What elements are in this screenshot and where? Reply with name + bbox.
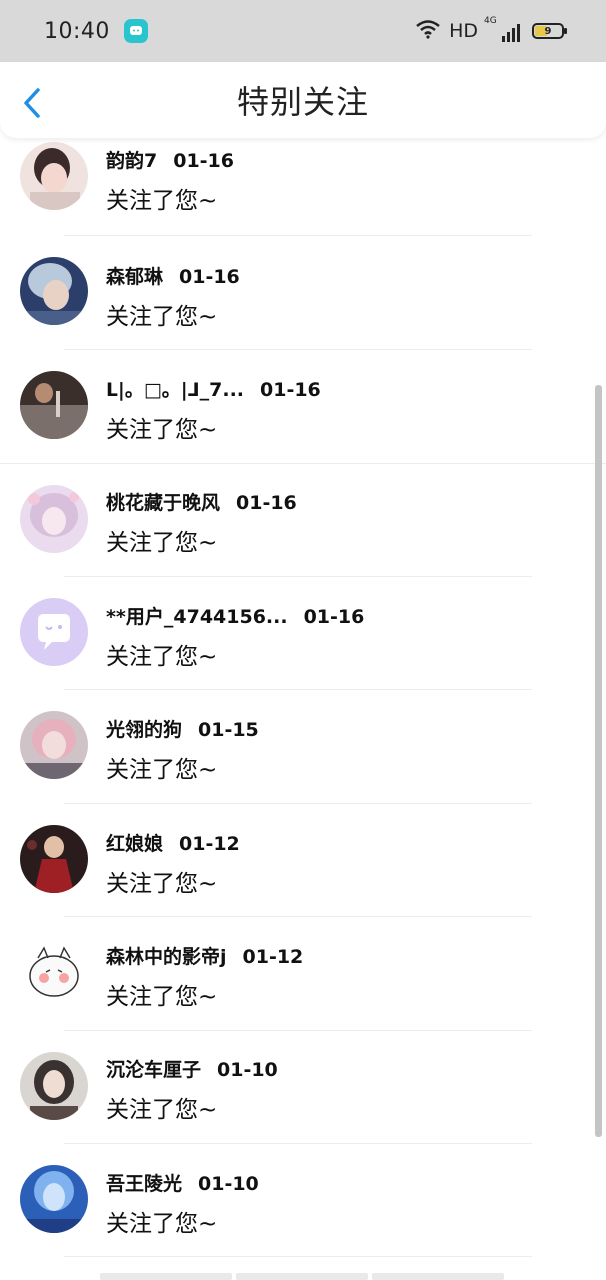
item-meta: 光翎的狗 01-15 关注了您~ <box>106 715 259 784</box>
user-name[interactable]: 森林中的影帝j <box>106 946 227 968</box>
divider <box>64 803 532 804</box>
item-meta: ᒪ|。□。|ᒧ_7... 01-16 关注了您~ <box>106 375 321 444</box>
item-meta: 沉沦车厘子 01-10 关注了您~ <box>106 1055 278 1124</box>
list-item[interactable]: 吾王陵光 01-10 关注了您~ <box>0 1145 606 1259</box>
page-title: 特别关注 <box>236 83 369 121</box>
divider <box>64 1143 532 1144</box>
status-bar: 10:40 HD 4G 9 <box>0 0 606 62</box>
list-item[interactable]: 光翎的狗 01-15 关注了您~ <box>0 691 606 805</box>
avatar[interactable] <box>20 938 88 1006</box>
wifi-icon <box>415 19 441 43</box>
cell-type-label: 4G <box>484 16 497 26</box>
item-meta: 红娘娘 01-12 关注了您~ <box>106 829 240 898</box>
follow-message: 关注了您~ <box>106 1097 218 1123</box>
follow-message: 关注了您~ <box>106 417 218 443</box>
follow-date: 01-10 <box>217 1059 278 1081</box>
app-notification-icon <box>123 19 148 43</box>
follow-message: 关注了您~ <box>106 644 218 670</box>
divider <box>64 1256 532 1257</box>
avatar[interactable] <box>20 371 88 439</box>
divider <box>64 1030 532 1031</box>
user-name[interactable]: 森郁琳 <box>106 266 163 288</box>
cellular-signal-icon: 4G <box>484 16 520 42</box>
divider <box>64 349 532 350</box>
list-item[interactable]: 韵韵7 01-16 关注了您~ <box>0 138 606 250</box>
follow-date: 01-16 <box>260 379 321 401</box>
battery-level: 9 <box>544 25 552 37</box>
follow-message: 关注了您~ <box>106 757 218 783</box>
follow-date: 01-15 <box>198 719 259 741</box>
item-meta: 吾王陵光 01-10 关注了您~ <box>106 1169 259 1238</box>
avatar[interactable] <box>20 711 88 779</box>
divider <box>64 235 532 236</box>
avatar[interactable] <box>20 825 88 893</box>
chevron-left-icon <box>24 88 40 118</box>
user-name[interactable]: 桃花藏于晚风 <box>106 492 220 514</box>
follow-date: 01-12 <box>179 833 240 855</box>
avatar[interactable] <box>20 257 88 325</box>
follow-message: 关注了您~ <box>106 1211 218 1237</box>
follow-date: 01-16 <box>179 266 240 288</box>
follow-date: 01-12 <box>242 946 304 968</box>
list-item[interactable]: 红娘娘 01-12 关注了您~ <box>0 805 606 919</box>
divider <box>0 463 606 464</box>
follow-message: 关注了您~ <box>106 984 218 1010</box>
item-meta: **用户_4744156... 01-16 关注了您~ <box>106 602 364 671</box>
header-bar: 特别关注 <box>0 62 606 138</box>
follow-message: 关注了您~ <box>106 530 218 556</box>
list-item[interactable]: **用户_4744156... 01-16 关注了您~ <box>0 578 606 692</box>
network-label: HD <box>449 20 478 42</box>
item-meta: 森林中的影帝j 01-12 关注了您~ <box>106 942 303 1011</box>
avatar[interactable] <box>20 142 88 210</box>
list-item[interactable]: 森郁琳 01-16 关注了您~ <box>0 238 606 352</box>
user-name[interactable]: 吾王陵光 <box>106 1173 182 1195</box>
divider <box>64 689 532 690</box>
list-item[interactable]: 森林中的影帝j 01-12 关注了您~ <box>0 918 606 1032</box>
user-name[interactable]: ᒪ|。□。|ᒧ_7... <box>106 379 244 401</box>
avatar[interactable] <box>20 598 88 666</box>
follow-message: 关注了您~ <box>106 304 218 330</box>
user-name[interactable]: 沉沦车厘子 <box>106 1059 201 1081</box>
battery-icon: 9 <box>532 23 567 39</box>
default-avatar-icon <box>20 598 88 666</box>
item-meta: 森郁琳 01-16 关注了您~ <box>106 262 240 331</box>
follow-date: 01-16 <box>236 492 297 514</box>
follow-message: 关注了您~ <box>106 871 218 897</box>
back-button[interactable] <box>20 86 46 120</box>
divider <box>64 916 532 917</box>
follow-list[interactable]: 韵韵7 01-16 关注了您~ 森郁琳 01-16 关注了您~ ᒪ|。□。|ᒧ_7.… <box>0 138 606 1280</box>
follow-date: 01-16 <box>173 150 235 172</box>
follow-date: 01-16 <box>303 606 365 628</box>
item-meta: 韵韵7 01-16 关注了您~ <box>106 146 234 215</box>
status-time: 10:40 <box>44 18 110 44</box>
follow-date: 01-10 <box>198 1173 259 1195</box>
user-name[interactable]: 光翎的狗 <box>106 719 182 741</box>
user-name[interactable]: 韵韵7 <box>106 150 157 172</box>
divider <box>64 576 532 577</box>
scrollbar[interactable] <box>595 385 602 1137</box>
avatar[interactable] <box>20 485 88 553</box>
item-meta: 桃花藏于晚风 01-16 关注了您~ <box>106 488 297 557</box>
user-name[interactable]: 红娘娘 <box>106 833 163 855</box>
list-item[interactable]: ᒪ|。□。|ᒧ_7... 01-16 关注了您~ <box>0 351 606 465</box>
bottom-partial-row <box>100 1273 504 1280</box>
list-item[interactable]: 沉沦车厘子 01-10 关注了您~ <box>0 1032 606 1146</box>
user-name[interactable]: **用户_4744156... <box>106 606 288 628</box>
avatar[interactable] <box>20 1165 88 1233</box>
avatar[interactable] <box>20 1052 88 1120</box>
list-item[interactable]: 桃花藏于晚风 01-16 关注了您~ <box>0 465 606 579</box>
follow-message: 关注了您~ <box>106 188 218 214</box>
